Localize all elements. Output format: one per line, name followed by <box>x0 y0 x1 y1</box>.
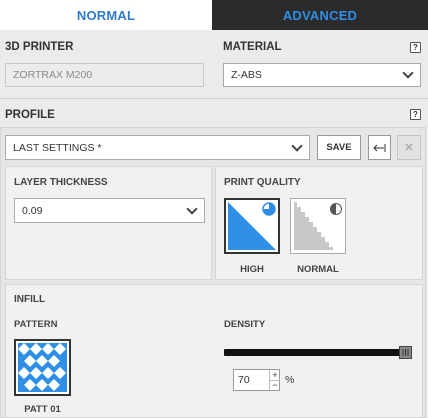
chevron-down-icon <box>186 202 198 215</box>
density-slider-track[interactable] <box>224 349 412 356</box>
quality-normal-option[interactable] <box>290 198 346 254</box>
material-label: MATERIAL <box>223 41 282 53</box>
close-icon: ✕ <box>404 142 414 154</box>
pattern-option[interactable] <box>14 339 71 396</box>
layer-thickness-value: 0.09 <box>22 204 43 217</box>
printer-value: ZORTRAX M200 <box>13 69 93 81</box>
density-decrement-button[interactable]: − <box>269 380 280 390</box>
grip-icon <box>402 349 409 356</box>
quality-high-label: HIGH <box>240 264 264 275</box>
density-stepper[interactable]: 70 + − <box>233 369 280 391</box>
material-select[interactable]: Z-ABS <box>223 63 421 87</box>
material-help-icon[interactable]: ? <box>410 42 421 53</box>
density-unit: % <box>285 374 295 386</box>
delete-profile-button[interactable]: ✕ <box>397 135 421 160</box>
chevron-down-icon <box>291 139 303 152</box>
quality-high-option[interactable] <box>224 198 280 254</box>
density-increment-button[interactable]: + <box>269 370 280 380</box>
profile-help-icon[interactable]: ? <box>410 109 421 120</box>
print-quality-label: PRINT QUALITY <box>224 177 301 188</box>
printer-label: 3D PRINTER <box>5 41 74 53</box>
quality-normal-label: NORMAL <box>297 264 339 275</box>
save-button[interactable]: SAVE <box>317 135 361 160</box>
pattern-grid-icon <box>18 343 67 392</box>
layer-thickness-label: LAYER THICKNESS <box>14 177 108 188</box>
quality-normal-icon <box>294 202 342 250</box>
profile-label: PROFILE <box>5 109 55 121</box>
infill-label: INFILL <box>14 294 46 305</box>
tab-advanced[interactable]: ADVANCED <box>212 0 428 30</box>
density-slider-handle[interactable] <box>399 346 412 359</box>
layer-thickness-select[interactable]: 0.09 <box>14 198 205 223</box>
section-divider <box>0 98 428 99</box>
profile-value: LAST SETTINGS * <box>13 141 102 154</box>
revert-button[interactable] <box>368 135 391 160</box>
pattern-label: PATTERN <box>14 319 58 330</box>
density-value[interactable]: 70 <box>238 374 250 386</box>
printer-field: ZORTRAX M200 <box>5 63 204 87</box>
pattern-name: PATT 01 <box>24 404 61 415</box>
profile-select[interactable]: LAST SETTINGS * <box>5 135 310 160</box>
material-value: Z-ABS <box>231 69 262 81</box>
quality-high-icon <box>228 202 276 250</box>
chevron-down-icon <box>402 67 414 79</box>
undo-arrow-icon <box>372 143 385 152</box>
density-label: DENSITY <box>224 319 266 330</box>
tab-normal[interactable]: NORMAL <box>0 0 212 30</box>
